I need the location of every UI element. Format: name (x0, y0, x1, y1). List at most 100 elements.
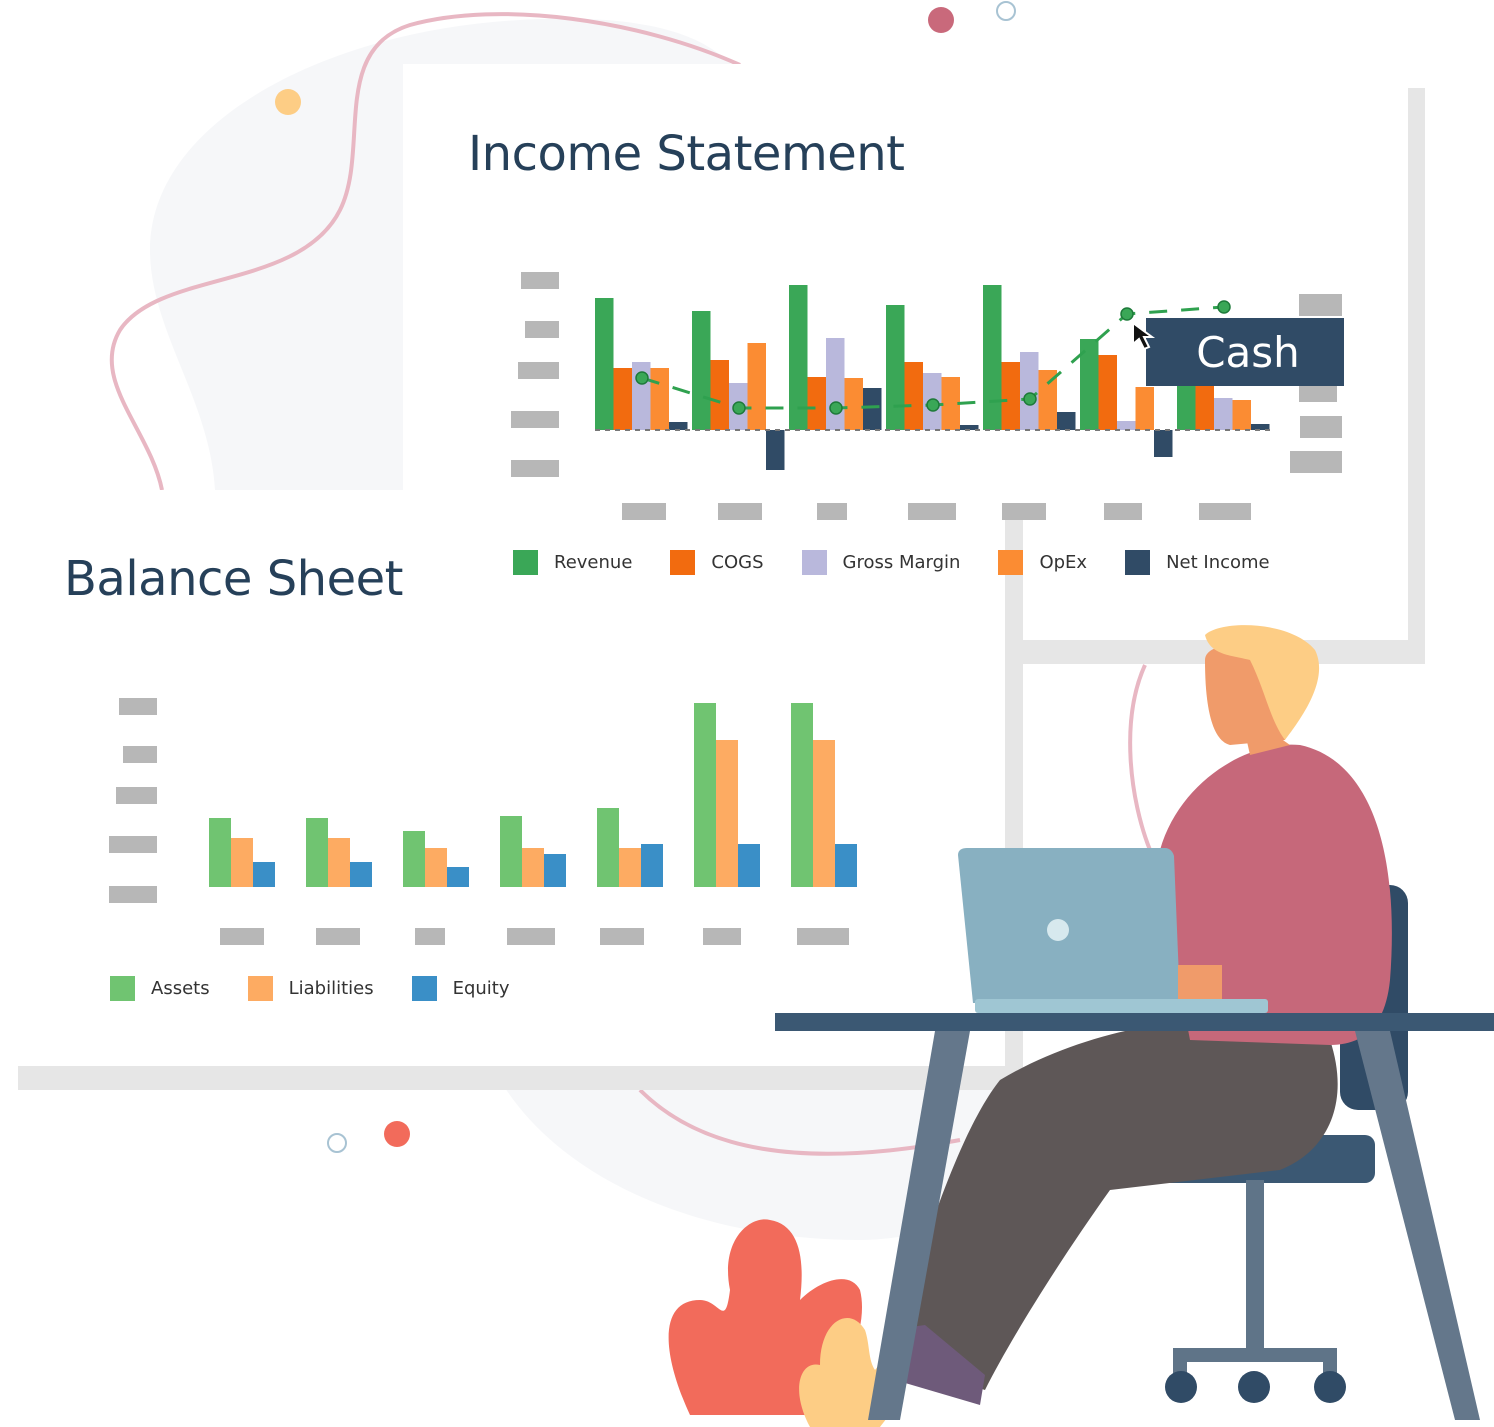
cash-point (732, 401, 746, 415)
y-tick-placeholder (511, 411, 559, 428)
person-hand (1178, 965, 1222, 999)
bar-liabilities (619, 848, 641, 887)
legend-item-net-income: Net Income (1125, 550, 1270, 575)
legend-label: Equity (452, 978, 510, 999)
bar-assets (500, 816, 522, 887)
x-tick-placeholder (817, 503, 847, 520)
y-tick-placeholder (109, 886, 157, 903)
laptop-icon (958, 848, 1180, 1003)
x-tick-placeholder (507, 928, 555, 945)
bar-cogs (904, 362, 923, 430)
bar-net-income (669, 422, 688, 430)
x-tick-placeholder (797, 928, 849, 945)
legend-label: OpEx (1039, 552, 1088, 573)
laptop-base (975, 999, 1268, 1013)
decor-dot (928, 7, 954, 33)
chair-wheel (1238, 1371, 1270, 1403)
bar-liabilities (231, 838, 253, 887)
legend-item-assets: Assets (110, 976, 210, 1001)
bar-cogs (613, 368, 632, 430)
bar-equity (835, 844, 857, 887)
laptop-logo (1047, 919, 1069, 941)
y-tick-placeholder (525, 321, 559, 338)
x-tick-placeholder (703, 928, 741, 945)
bar-opex (650, 368, 669, 430)
cash-point (829, 401, 843, 415)
cash-point (1217, 300, 1231, 314)
y-tick-placeholder (521, 272, 559, 289)
desk-top (775, 1013, 1494, 1031)
balance-legend: Assets Liabilities Equity (110, 976, 548, 1001)
desk-leg (1355, 1031, 1480, 1420)
bar-equity (350, 862, 372, 887)
legend-label: Gross Margin (842, 552, 961, 573)
chair-wheel (1314, 1371, 1346, 1403)
cursor-arrow-icon (1132, 321, 1156, 351)
legend-label: COGS (711, 552, 764, 573)
y2-tick-placeholder (1300, 416, 1342, 438)
bar-assets (403, 831, 425, 887)
x-tick-placeholder (622, 503, 666, 520)
bar-equity (738, 844, 760, 887)
legend-item-equity: Equity (411, 976, 510, 1001)
cash-label: Cash (1196, 327, 1300, 377)
bar-gross-margin (1214, 398, 1233, 430)
bar-opex (747, 343, 766, 430)
cash-point (1120, 307, 1134, 321)
legend-item-gross-margin: Gross Margin (801, 550, 961, 575)
decor-dot (275, 89, 301, 115)
bar-revenue (886, 305, 905, 430)
income-chart-title: Income Statement (468, 126, 905, 182)
y-tick-placeholder (518, 362, 559, 379)
income-legend: Revenue COGS Gross Margin OpEx Net Incom… (513, 550, 1308, 575)
bar-liabilities (716, 740, 738, 887)
decor-ring (996, 1, 1016, 21)
bar-equity (544, 854, 566, 887)
legend-item-opex: OpEx (998, 550, 1087, 575)
y-tick-placeholder (511, 460, 559, 477)
chair-post (1246, 1180, 1264, 1350)
cash-point (635, 371, 649, 385)
bar-net-income (1057, 412, 1076, 430)
bar-assets (694, 703, 716, 887)
bar-gross-margin (826, 338, 845, 430)
bar-opex (844, 378, 863, 430)
balance-chart-title: Balance Sheet (64, 551, 403, 607)
bar-equity (447, 867, 469, 887)
y-tick-placeholder (116, 787, 157, 804)
bar-opex (1135, 387, 1154, 430)
bar-gross-margin (1020, 352, 1039, 430)
bar-gross-margin (1117, 421, 1136, 430)
bar-opex (1232, 400, 1251, 430)
cash-point (1023, 392, 1037, 406)
bar-cogs (807, 377, 826, 430)
legend-item-revenue: Revenue (513, 550, 632, 575)
y2-tick-placeholder (1299, 294, 1342, 316)
bar-cogs (1001, 362, 1020, 430)
bar-equity (253, 862, 275, 887)
bar-cogs (1098, 355, 1117, 430)
bar-net-income (766, 430, 785, 470)
bar-assets (791, 703, 813, 887)
bar-net-income (1154, 430, 1173, 457)
bar-liabilities (328, 838, 350, 887)
bar-revenue (983, 285, 1002, 430)
bar-cogs (710, 360, 729, 430)
legend-label: Revenue (554, 552, 633, 573)
bar-assets (209, 818, 231, 887)
y-tick-placeholder (123, 746, 157, 763)
decor-dot (384, 1121, 410, 1147)
y-tick-placeholder (109, 836, 157, 853)
chair-wheel (1165, 1371, 1197, 1403)
bar-assets (306, 818, 328, 887)
illustration-scene (0, 1, 1494, 1427)
cash-point (926, 398, 940, 412)
x-tick-placeholder (1104, 503, 1142, 520)
x-tick-placeholder (718, 503, 762, 520)
decor-ring (327, 1133, 347, 1153)
cash-tooltip: Cash (1146, 318, 1344, 386)
x-tick-placeholder (600, 928, 644, 945)
y2-tick-placeholder (1290, 451, 1342, 473)
legend-item-liabilities: Liabilities (247, 976, 374, 1001)
bar-net-income (863, 388, 882, 430)
